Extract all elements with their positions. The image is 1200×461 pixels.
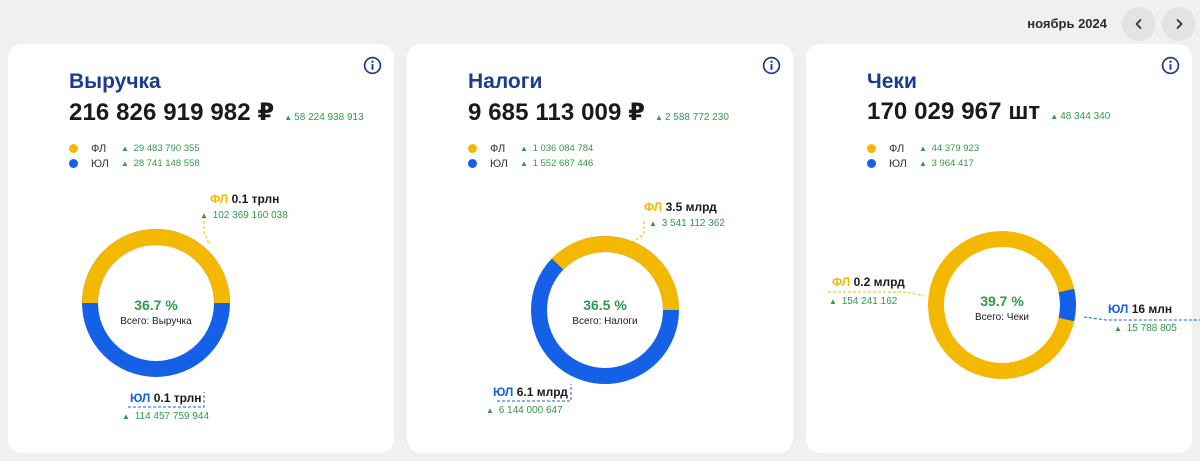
fl-delta: ▲ 3 541 112 362 [649, 218, 725, 229]
ul-delta: ▲ 6 144 000 647 [486, 405, 563, 416]
center-label: Всего: Чеки [975, 312, 1029, 323]
ul-callout: ЮЛ 0.1 трлн ▲ 114 457 759 944 [122, 391, 209, 422]
donut-chart [497, 221, 679, 402]
donut-segment-ul[interactable] [1058, 288, 1076, 322]
prev-period-button[interactable] [1122, 7, 1156, 41]
ul-delta: ▲ 114 457 759 944 [122, 411, 210, 422]
center-percent: 36.5 % [583, 297, 627, 313]
callout-segment-label: ЮЛ [493, 385, 514, 399]
center-percent: 39.7 % [980, 293, 1024, 309]
ul-callout: ЮЛ 16 млн ▲ 15 788 805 [1108, 302, 1177, 334]
callout-segment-label: ФЛ [210, 192, 229, 206]
callout-segment-label: ЮЛ [1108, 302, 1129, 316]
chevron-right-icon [1176, 19, 1183, 29]
ul-value: 16 млн [1131, 302, 1173, 316]
fl-delta: ▲ 154 241 162 [829, 296, 898, 307]
center-label: Всего: Выручка [120, 316, 192, 327]
top-bar: ноябрь 2024 [0, 0, 1200, 44]
fl-value: 0.2 млрд [853, 275, 905, 289]
taxes-card: Налоги 9 685 113 009 ₽ ▲ 2 588 772 230 ФЛ… [407, 44, 793, 453]
fl-value: 0.1 трлн [231, 192, 280, 206]
period-label: ноябрь 2024 [1027, 16, 1107, 31]
fl-callout: ФЛ 0.2 млрд ▲ 154 241 162 [829, 275, 905, 307]
fl-delta: ▲ 102 369 160 038 [200, 210, 288, 221]
fl-leader-line [632, 221, 645, 243]
callout-segment-label: ФЛ [644, 200, 663, 214]
ul-callout: ЮЛ 6.1 млрд ▲ 6 144 000 647 [486, 385, 568, 416]
revenue-card: Выручка 216 826 919 982 ₽ ▲ 58 224 938 91… [8, 44, 394, 453]
donut-center: 36.5 % Всего: Налоги [545, 297, 665, 327]
donut-segment-fl[interactable] [82, 229, 230, 304]
donut-center: 39.7 % Всего: Чеки [942, 293, 1062, 323]
callout-segment-label: ФЛ [832, 275, 851, 289]
fl-value: 3.5 млрд [665, 200, 717, 214]
center-percent: 36.7 % [134, 297, 178, 313]
fl-callout: ФЛ 0.1 трлн ▲ 102 369 160 038 [200, 192, 288, 221]
ul-value: 0.1 трлн [153, 391, 202, 405]
fl-callout: ФЛ 3.5 млрд ▲ 3 541 112 362 [644, 200, 725, 229]
chevron-left-icon [1135, 19, 1142, 29]
next-period-button[interactable] [1162, 7, 1196, 41]
receipts-card: Чеки 170 029 967 шт ▲ 48 344 340 ФЛ ▲ 44 … [806, 44, 1200, 453]
ul-delta: ▲ 15 788 805 [1114, 323, 1177, 334]
donut-chart [828, 231, 1200, 379]
ul-value: 6.1 млрд [516, 385, 568, 399]
center-label: Всего: Налоги [572, 316, 638, 327]
donut-center: 36.7 % Всего: Выручка [96, 297, 216, 327]
callout-segment-label: ЮЛ [130, 391, 151, 405]
